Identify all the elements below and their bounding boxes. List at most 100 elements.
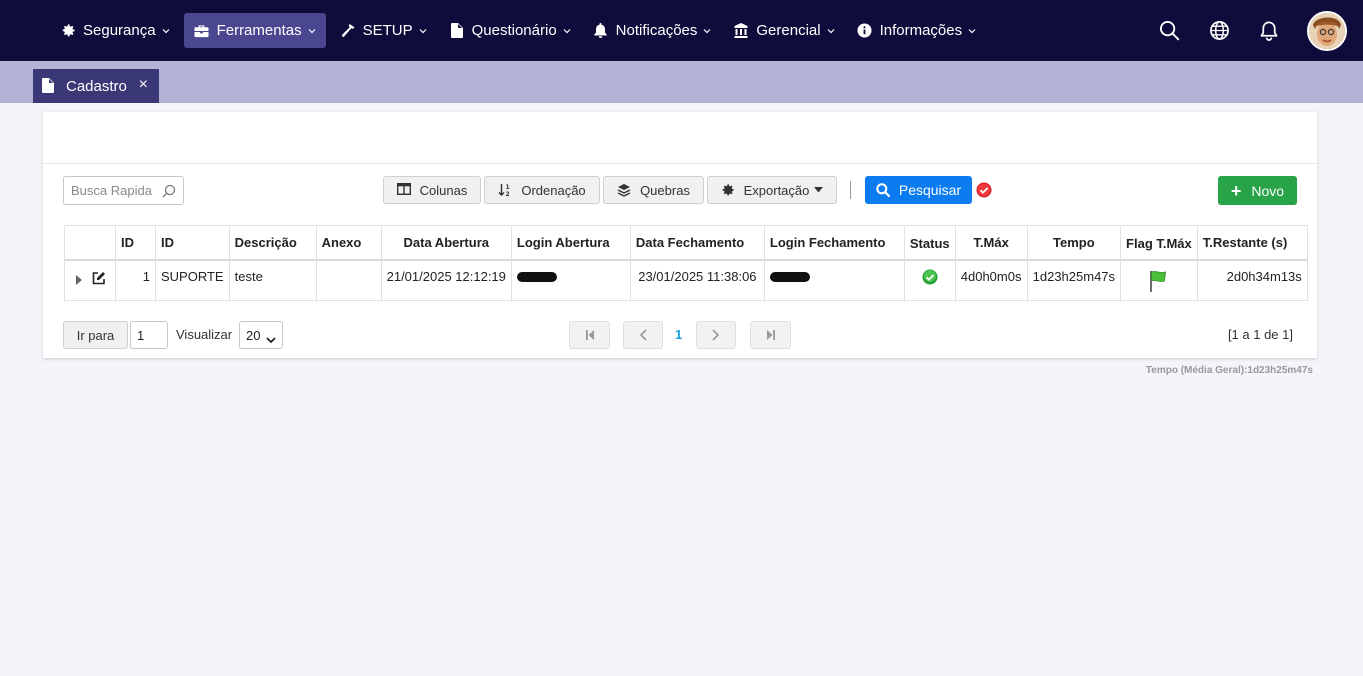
nav-label: Segurança: [83, 22, 156, 39]
edit-icon[interactable]: [92, 271, 106, 285]
quick-search-input[interactable]: [71, 183, 159, 198]
redacted-mark: [769, 271, 810, 282]
cell-tmax: 4d0h0m0s: [954, 259, 1028, 301]
main-menu: Segurança Ferramentas SETUP Questionário: [52, 0, 990, 61]
notifications-bell-icon[interactable]: [1257, 19, 1281, 43]
breaks-label: Quebras: [640, 182, 690, 198]
export-button[interactable]: Exportação: [707, 176, 837, 204]
page-size-select[interactable]: 20: [239, 321, 283, 349]
navbar-actions: [1157, 0, 1363, 61]
search-icon[interactable]: [1157, 19, 1181, 43]
search-icon[interactable]: [162, 184, 176, 198]
export-label: Exportação: [743, 182, 810, 198]
col-header-id-2[interactable]: ID: [155, 225, 230, 261]
toolbox-icon: [194, 23, 210, 39]
filter-check-icon[interactable]: [976, 182, 992, 198]
svg-text:1: 1: [506, 184, 510, 191]
cell-data-fechamento: 23/01/2025 11:38:06: [629, 259, 765, 301]
svg-text:2: 2: [506, 191, 510, 197]
chevron-down-icon: [308, 27, 316, 35]
data-table: ID ID Descrição Anexo Data Abertura Logi…: [64, 225, 1308, 301]
goto-button[interactable]: Ir para: [63, 321, 128, 349]
breaks-button[interactable]: Quebras: [603, 176, 704, 204]
col-header-trestante[interactable]: T.Restante (s): [1196, 225, 1308, 261]
grid-card: Colunas 12 Ordenação Quebras Exportação …: [43, 112, 1317, 358]
nav-item-seguranca[interactable]: Segurança: [52, 13, 178, 48]
tab-cadastro[interactable]: Cadastro ×: [33, 69, 159, 103]
new-button[interactable]: + Novo: [1218, 176, 1297, 205]
cell-login-fechamento: [763, 259, 905, 301]
chevron-down-icon: [419, 27, 427, 35]
nav-item-notificacoes[interactable]: Notificações: [585, 13, 720, 48]
nav-item-gerencial[interactable]: Gerencial: [725, 13, 842, 48]
sort-button[interactable]: 12 Ordenação: [484, 176, 600, 204]
page-size-value: 20: [246, 327, 261, 343]
last-page-icon: [766, 330, 776, 340]
col-header-login-abertura[interactable]: Login Abertura: [510, 225, 631, 261]
toolbar-divider: [850, 181, 851, 199]
avatar[interactable]: [1307, 10, 1347, 51]
bell-icon: [593, 23, 609, 39]
search-icon: [876, 183, 890, 197]
col-header-tmax[interactable]: T.Máx: [954, 225, 1028, 261]
nav-label: Gerencial: [756, 22, 821, 39]
nav-label: Notificações: [615, 22, 698, 39]
cell-status: [903, 259, 956, 301]
layers-icon: [617, 183, 631, 197]
info-icon: [857, 23, 873, 39]
tab-strip: Cadastro ×: [0, 61, 1363, 103]
col-header-descricao[interactable]: Descrição: [228, 225, 317, 261]
col-header-anexo[interactable]: Anexo: [315, 225, 382, 261]
nav-item-setup[interactable]: SETUP: [332, 13, 435, 48]
cell-id-2: SUPORTE: [155, 259, 230, 301]
chevron-down-icon: [968, 27, 976, 35]
search-button-label: Pesquisar: [898, 182, 962, 198]
sort-label: Ordenação: [521, 182, 586, 198]
col-header-login-fechamento[interactable]: Login Fechamento: [763, 225, 905, 261]
columns-button[interactable]: Colunas: [383, 176, 481, 204]
chevron-down-icon: [162, 27, 170, 35]
col-header-data-abertura[interactable]: Data Abertura: [380, 225, 512, 261]
building-icon: [733, 23, 749, 39]
gear-icon: [60, 23, 76, 39]
globe-icon[interactable]: [1207, 19, 1231, 43]
sort-icon: 12: [498, 183, 512, 197]
last-page-button[interactable]: [750, 321, 791, 349]
table-row[interactable]: 1 SUPORTE teste 21/01/2025 12:12:19 23/0…: [64, 259, 1308, 301]
prev-page-button[interactable]: [623, 321, 663, 349]
gear-icon: [721, 183, 735, 197]
file-icon: [42, 78, 56, 94]
quick-search: [63, 176, 184, 205]
col-header-tempo[interactable]: Tempo: [1026, 225, 1122, 261]
new-button-label: Novo: [1251, 182, 1285, 199]
nav-label: Questionário: [471, 22, 557, 39]
cell-id: 1: [115, 259, 156, 301]
first-page-icon: [585, 330, 595, 340]
nav-item-questionario[interactable]: Questionário: [441, 13, 579, 48]
row-actions-cell: [64, 259, 116, 301]
next-page-button[interactable]: [696, 321, 736, 349]
cell-anexo: [315, 259, 382, 301]
chevron-right-icon: [712, 329, 720, 341]
col-header-status[interactable]: Status: [903, 225, 956, 261]
plus-icon: +: [1230, 180, 1242, 201]
nav-label: Informações: [879, 22, 963, 39]
chevron-down-icon: [827, 27, 835, 35]
cell-tempo: 1d23h25m47s: [1026, 259, 1122, 301]
current-page[interactable]: 1: [675, 327, 682, 342]
search-button[interactable]: Pesquisar: [865, 176, 972, 204]
cell-trestante: 2d0h34m13s: [1196, 259, 1308, 301]
nav-item-ferramentas[interactable]: Ferramentas: [183, 13, 326, 48]
goto-page-input[interactable]: [130, 321, 168, 349]
col-header-actions: [64, 225, 116, 261]
first-page-button[interactable]: [569, 321, 610, 349]
cell-descricao: teste: [228, 259, 317, 301]
columns-label: Colunas: [419, 182, 468, 198]
close-icon[interactable]: ×: [139, 77, 148, 93]
nav-item-informacoes[interactable]: Informações: [849, 13, 985, 48]
col-header-data-fechamento[interactable]: Data Fechamento: [629, 225, 765, 261]
table-header-row: ID ID Descrição Anexo Data Abertura Logi…: [64, 225, 1308, 261]
expand-row-icon[interactable]: [75, 273, 83, 285]
col-header-flag-tmax[interactable]: Flag T.Máx: [1120, 225, 1198, 261]
col-header-id[interactable]: ID: [115, 225, 156, 261]
